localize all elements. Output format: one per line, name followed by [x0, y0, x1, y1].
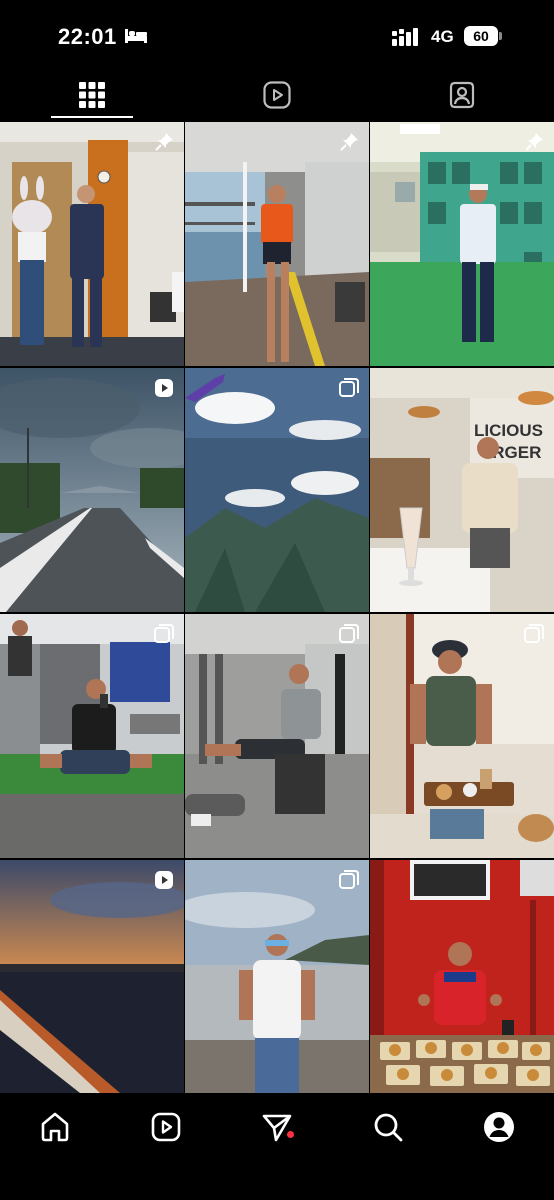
reels-icon: [263, 81, 291, 109]
battery-icon: 60: [464, 26, 502, 48]
send-icon: [262, 1114, 292, 1142]
post-image: [370, 860, 554, 1093]
pin-icon: [525, 133, 543, 151]
post-tile[interactable]: [0, 614, 184, 858]
battery-level: 60: [464, 26, 498, 46]
search-icon: [374, 1113, 403, 1142]
notification-dot: [287, 1131, 294, 1138]
tab-reels[interactable]: [185, 70, 369, 120]
post-image: [185, 368, 369, 612]
profile-tabs: [0, 70, 554, 120]
post-tile[interactable]: [185, 860, 369, 1104]
carousel-icon: [154, 624, 174, 643]
active-tab-indicator: [51, 116, 133, 118]
reels-icon: [151, 1112, 181, 1142]
home-icon: [41, 1112, 69, 1142]
signal-icon: [392, 28, 418, 46]
post-tile[interactable]: [370, 614, 554, 858]
pin-icon: [340, 133, 358, 151]
profile-icon: [484, 1112, 514, 1142]
nav-reels[interactable]: [146, 1107, 186, 1147]
post-image: [0, 614, 184, 858]
tab-tagged[interactable]: [370, 70, 554, 120]
post-tile[interactable]: [0, 860, 184, 1104]
carousel-icon: [524, 624, 544, 643]
post-image: [370, 614, 554, 858]
post-tile[interactable]: [0, 122, 184, 366]
status-time: 22:01: [58, 24, 117, 49]
post-image: LICIOUS URGER: [370, 368, 554, 612]
post-image: [185, 614, 369, 858]
pin-icon: [155, 133, 173, 151]
cafe-sign-line1: LICIOUS: [474, 421, 543, 440]
post-tile[interactable]: [185, 122, 369, 366]
bottom-navigation: [0, 1093, 554, 1200]
post-image: [185, 122, 369, 366]
grid-icon: [79, 82, 105, 108]
tab-posts-grid[interactable]: [0, 70, 184, 120]
post-tile[interactable]: [185, 614, 369, 858]
post-tile[interactable]: [370, 122, 554, 366]
post-image: [0, 368, 184, 612]
carousel-icon: [339, 870, 359, 889]
nav-search[interactable]: [368, 1107, 408, 1147]
nav-profile[interactable]: [479, 1107, 519, 1147]
network-type: 4G: [431, 27, 454, 46]
status-bar: 22:01 4G 60: [0, 0, 554, 70]
post-image: [370, 122, 554, 366]
post-tile[interactable]: LICIOUS URGER: [370, 368, 554, 612]
tagged-icon: [449, 81, 475, 109]
carousel-icon: [339, 624, 359, 643]
reels-icon: [155, 379, 173, 397]
post-tile[interactable]: [370, 860, 554, 1104]
nav-home[interactable]: [35, 1107, 75, 1147]
nav-direct[interactable]: [257, 1107, 297, 1147]
post-tile[interactable]: [185, 368, 369, 612]
reels-icon: [155, 871, 173, 889]
bed-icon: [125, 29, 147, 43]
post-image: [0, 860, 184, 1093]
post-tile[interactable]: [0, 368, 184, 612]
post-image: [0, 122, 184, 366]
post-image: [185, 860, 369, 1093]
posts-grid: LICIOUS URGER: [0, 122, 554, 1093]
carousel-icon: [339, 378, 359, 397]
